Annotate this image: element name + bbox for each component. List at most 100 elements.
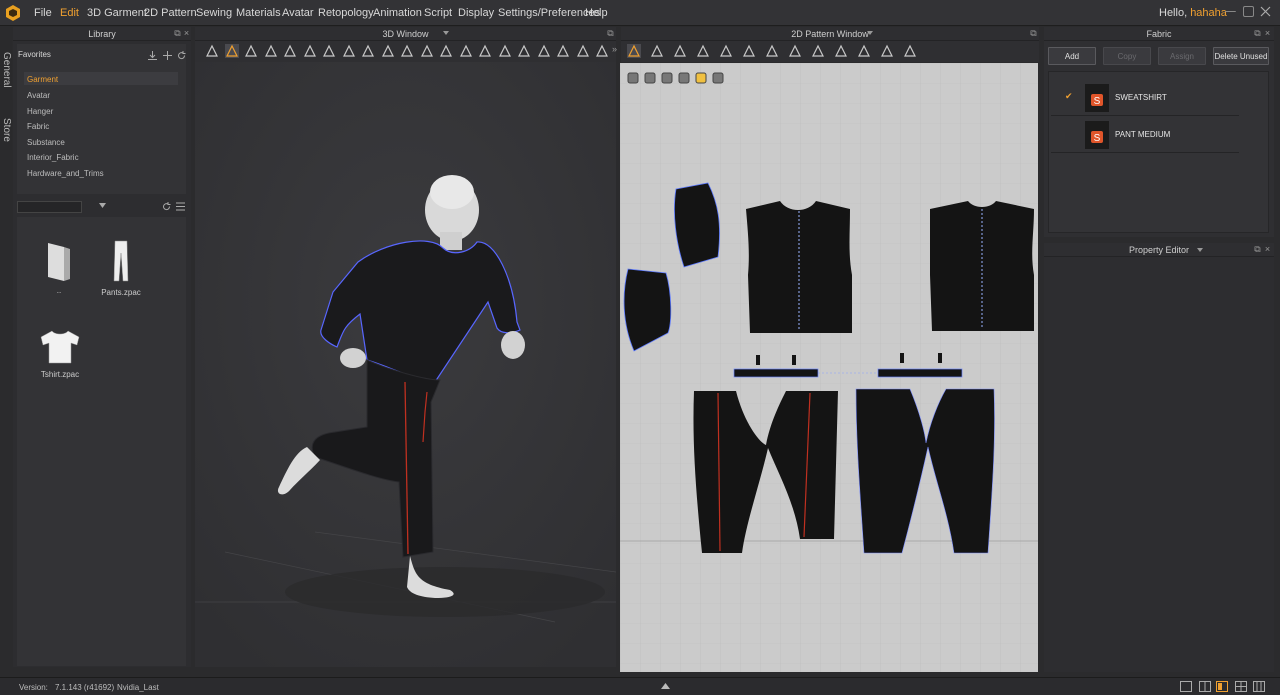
float-icon[interactable]: ⧉ (1029, 29, 1038, 38)
tape-icon[interactable] (517, 44, 531, 58)
select-move-icon[interactable] (205, 44, 219, 58)
zipper-icon[interactable] (498, 44, 512, 58)
library-search-input[interactable] (17, 201, 82, 213)
minimize-icon[interactable] (1225, 11, 1236, 13)
menu-sewing[interactable]: Sewing (196, 7, 232, 19)
float-icon[interactable]: ⧉ (606, 29, 615, 38)
piping-icon[interactable] (537, 44, 551, 58)
measure-icon[interactable] (283, 44, 297, 58)
color-tool-icon[interactable] (661, 72, 673, 84)
panel-close-icon[interactable]: × (1263, 245, 1272, 254)
float-icon[interactable]: ⧉ (1253, 29, 1262, 38)
list-view-icon[interactable] (176, 202, 185, 211)
panel-close-icon[interactable]: × (1263, 29, 1272, 38)
punch-icon[interactable] (400, 44, 414, 58)
tack-icon[interactable] (361, 44, 375, 58)
menu-script[interactable]: Script (424, 7, 452, 19)
file-item-pants[interactable]: Pants.zpac (99, 239, 143, 303)
app-logo-icon[interactable] (4, 4, 22, 22)
category-fabric[interactable]: Fabric (27, 122, 49, 131)
layout-quad-icon[interactable] (1235, 681, 1247, 692)
free-sewing-icon[interactable] (811, 44, 825, 58)
edit-points-icon[interactable] (650, 44, 664, 58)
expand-up-icon[interactable] (661, 682, 670, 690)
menu-help[interactable]: Help (585, 7, 608, 19)
panel-close-icon[interactable]: × (182, 29, 191, 38)
add-icon[interactable] (163, 51, 172, 60)
arrange-icon[interactable] (576, 44, 590, 58)
topstitch-icon[interactable] (478, 44, 492, 58)
dimension-icon[interactable] (880, 44, 894, 58)
fabric-add-button[interactable]: Add (1048, 47, 1096, 65)
fur-icon[interactable] (420, 44, 434, 58)
polygon-icon[interactable] (673, 44, 687, 58)
match-icon[interactable] (857, 44, 871, 58)
file-item-tshirt[interactable]: Tshirt.zpac (35, 327, 85, 387)
arrow-tool-icon[interactable] (627, 72, 639, 84)
category-avatar[interactable]: Avatar (27, 91, 50, 100)
brush-icon[interactable] (381, 44, 395, 58)
username[interactable]: hahaha (1190, 7, 1227, 19)
layout-3d-icon[interactable] (1216, 681, 1228, 692)
rectangle-icon[interactable] (696, 44, 710, 58)
fill-tool-icon[interactable] (678, 72, 690, 84)
menu-display[interactable]: Display (458, 7, 494, 19)
button-icon[interactable] (439, 44, 453, 58)
buttonhole-icon[interactable] (459, 44, 473, 58)
transform-pattern-icon[interactable] (627, 44, 641, 58)
category-interior-fabric[interactable]: Interior_Fabric (27, 153, 79, 162)
fabric-assign-button[interactable]: Assign (1158, 47, 1206, 65)
dropdown-arrow-icon[interactable] (99, 203, 106, 209)
fabric-item-sweatshirt[interactable]: ✔ S SWEATSHIRT (1051, 78, 1239, 116)
category-garment[interactable]: Garment (27, 75, 58, 84)
close-icon[interactable] (1260, 6, 1271, 17)
layout-grid-icon[interactable] (1253, 681, 1265, 692)
fabric-copy-button[interactable]: Copy (1103, 47, 1151, 65)
layer-tool-icon[interactable] (695, 72, 707, 84)
measure-2d-icon[interactable] (834, 44, 848, 58)
fold-icon[interactable] (303, 44, 317, 58)
layout-split-icon[interactable] (1199, 681, 1211, 692)
viewport-3d[interactable] (195, 62, 616, 667)
menu-3d-garment[interactable]: 3D Garment (87, 7, 147, 19)
pleat-icon[interactable] (719, 44, 733, 58)
restore-icon[interactable] (1243, 6, 1254, 17)
scale-tool-icon[interactable] (644, 72, 656, 84)
trim-icon[interactable] (556, 44, 570, 58)
float-icon[interactable]: ⧉ (1253, 245, 1262, 254)
file-item-up[interactable]: .. (37, 239, 81, 299)
avatar-move-icon[interactable] (342, 44, 356, 58)
dart-icon[interactable] (765, 44, 779, 58)
fabric-delete-unused-button[interactable]: Delete Unused (1213, 47, 1269, 65)
menu-edit[interactable]: Edit (60, 7, 79, 19)
category-hardware-and-trims[interactable]: Hardware_and_Trims (27, 169, 104, 178)
side-tab-store[interactable]: Store (0, 110, 12, 150)
menu-2d-pattern[interactable]: 2D Pattern (144, 7, 197, 19)
layout-single-icon[interactable] (1180, 681, 1192, 692)
float-icon[interactable]: ⧉ (173, 29, 182, 38)
viewport-2d[interactable] (620, 63, 1038, 672)
library-refresh-icon[interactable] (162, 202, 171, 211)
category-substance[interactable]: Substance (27, 138, 65, 147)
download-icon[interactable] (148, 51, 157, 60)
menu-avatar[interactable]: Avatar (282, 7, 314, 19)
transform-icon[interactable] (224, 44, 239, 58)
fabric-item-pant-medium[interactable]: S PANT MEDIUM (1051, 115, 1239, 153)
pin-icon[interactable] (322, 44, 336, 58)
sewing-segment-icon[interactable] (788, 44, 802, 58)
title-dropdown-icon[interactable] (1197, 248, 1203, 253)
menu-animation[interactable]: Animation (373, 7, 422, 19)
title-dropdown-icon[interactable] (867, 31, 873, 36)
menu-file[interactable]: File (34, 7, 52, 19)
shirt-2d-icon[interactable] (903, 44, 917, 58)
edit-pattern-icon[interactable] (244, 44, 258, 58)
export-2d-icon[interactable] (712, 72, 724, 84)
menu-retopology[interactable]: Retopology (318, 7, 374, 19)
internal-line-icon[interactable] (742, 44, 756, 58)
collapse-toolbar-icon[interactable]: » (612, 44, 620, 58)
side-tab-general[interactable]: General (0, 40, 12, 100)
shirring-icon[interactable] (595, 44, 609, 58)
menu-materials[interactable]: Materials (236, 7, 281, 19)
refresh-icon[interactable] (177, 51, 186, 60)
title-dropdown-icon[interactable] (443, 31, 449, 36)
